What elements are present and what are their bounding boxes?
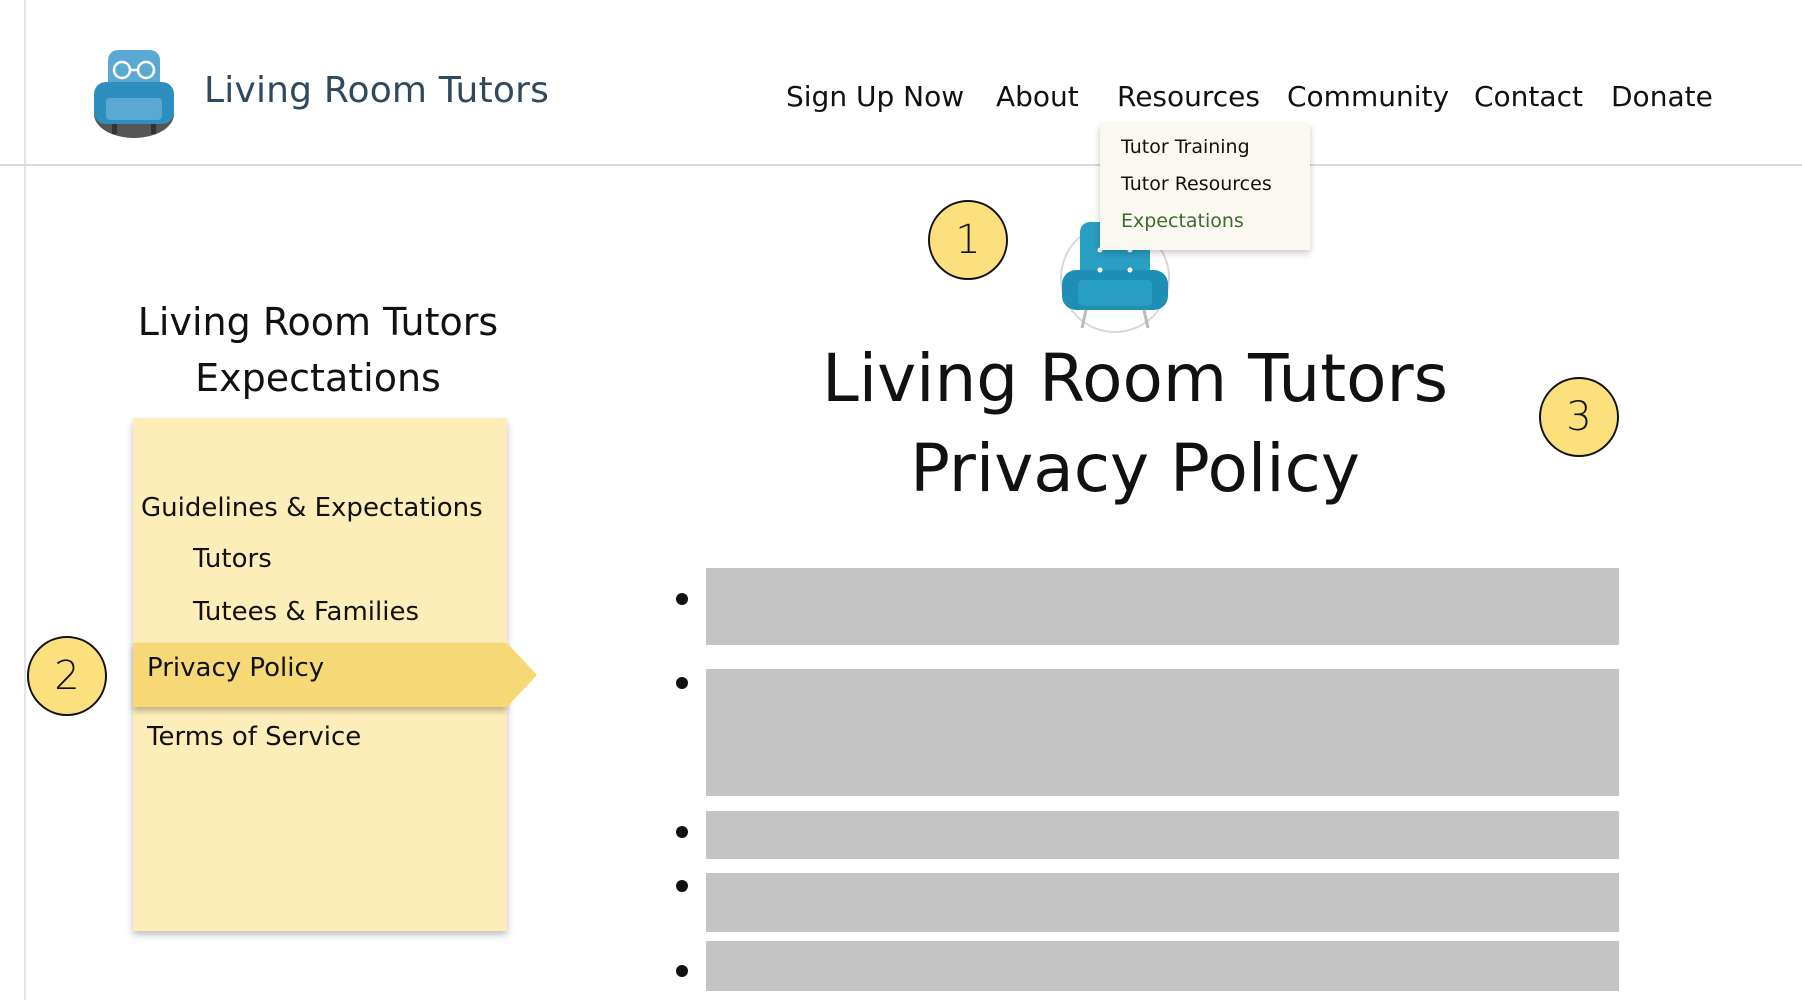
sidebar-item-tutees-families[interactable]: Tutees & Families (193, 597, 419, 627)
content-placeholder-block (706, 941, 1619, 991)
sidebar-title-line-2: Expectations (195, 356, 441, 400)
site-header: Living Room Tutors Sign Up Now About Res… (0, 0, 1802, 166)
sidebar-active-pointer (507, 643, 537, 707)
page-title-line-2: Privacy Policy (910, 430, 1360, 507)
nav-sign-up-now[interactable]: Sign Up Now (786, 80, 964, 113)
content-placeholder-block (706, 669, 1619, 796)
dropdown-item-expectations[interactable]: Expectations (1121, 210, 1244, 232)
nav-donate[interactable]: Donate (1611, 80, 1713, 113)
sidebar-item-privacy-policy[interactable]: Privacy Policy (147, 653, 324, 683)
bullet-marker (676, 880, 688, 892)
page-title: Living Room Tutors Privacy Policy (800, 334, 1470, 514)
dropdown-item-tutor-resources[interactable]: Tutor Resources (1121, 173, 1272, 195)
sidebar-item-guidelines-expectations[interactable]: Guidelines & Expectations (141, 493, 483, 523)
page-title-line-1: Living Room Tutors (821, 340, 1449, 417)
bullet-marker (676, 677, 688, 689)
sidebar-item-tutors[interactable]: Tutors (193, 544, 272, 574)
nav-resources[interactable]: Resources (1117, 80, 1260, 113)
dropdown-item-tutor-training[interactable]: Tutor Training (1121, 136, 1250, 158)
callout-marker-1: 1 (928, 200, 1008, 280)
sidebar-item-terms-of-service[interactable]: Terms of Service (147, 722, 361, 752)
nav-about[interactable]: About (996, 80, 1079, 113)
armchair-logo-icon[interactable] (92, 48, 176, 140)
callout-marker-3: 3 (1539, 377, 1619, 457)
content-placeholder-block (706, 873, 1619, 932)
bullet-marker (676, 965, 688, 977)
callout-marker-2: 2 (27, 636, 107, 716)
nav-contact[interactable]: Contact (1474, 80, 1583, 113)
content-placeholder-block (706, 811, 1619, 859)
sidebar-title: Living Room Tutors Expectations (118, 294, 518, 406)
content-placeholder-block (706, 568, 1619, 645)
nav-community[interactable]: Community (1287, 80, 1449, 113)
bullet-marker (676, 593, 688, 605)
site-brand-name[interactable]: Living Room Tutors (204, 70, 549, 111)
bullet-marker (676, 826, 688, 838)
resources-dropdown-menu: Tutor Training Tutor Resources Expectati… (1100, 124, 1310, 250)
sidebar-title-line-1: Living Room Tutors (137, 300, 499, 344)
